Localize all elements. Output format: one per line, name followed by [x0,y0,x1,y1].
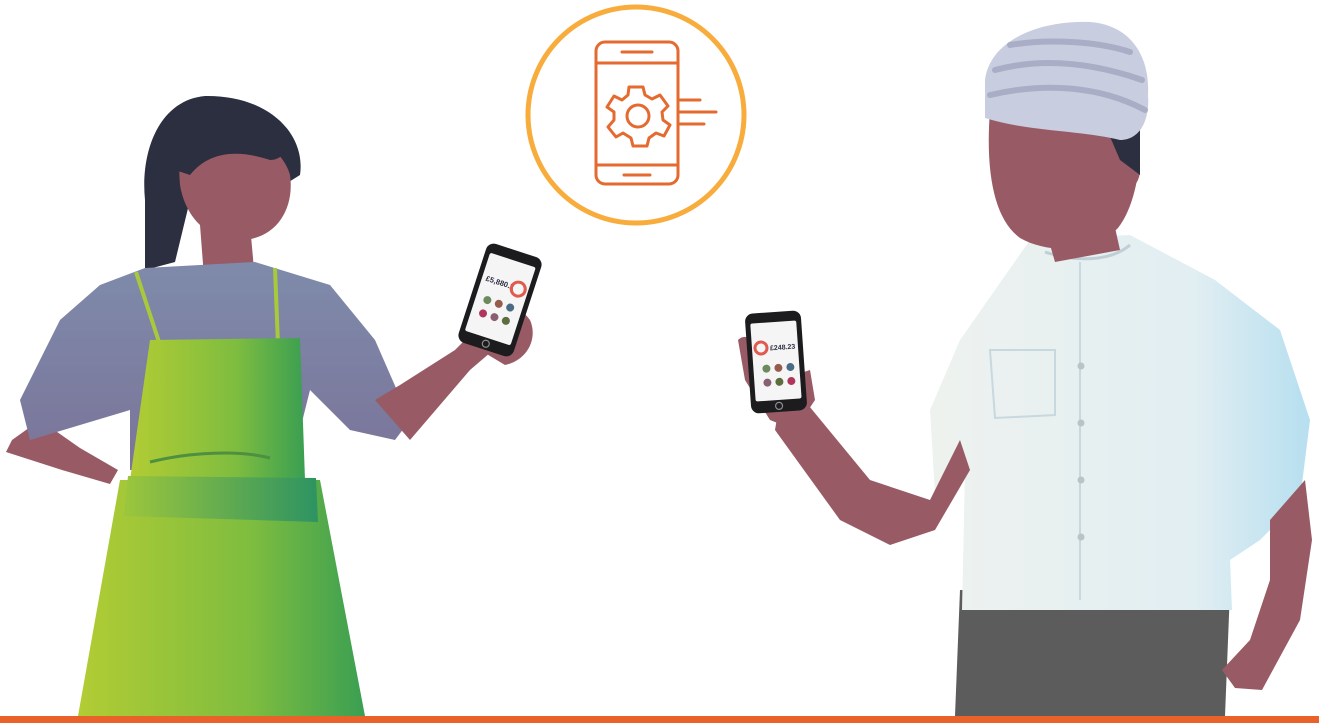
woman-figure [6,95,533,716]
man-shirt [930,235,1310,610]
bottom-rule [0,716,1319,723]
apron-waistband [124,476,318,522]
shirt-button-4 [1077,533,1085,541]
illustration-scene: £5,880.2 £248.23 [6,4,1312,716]
shirt-button-2 [1077,419,1085,427]
shirt-button-3 [1077,476,1085,484]
settings-badge [525,4,747,226]
man-phone: £248.23 [745,310,807,414]
shirt-button-1 [1077,362,1085,370]
badge-ring [525,4,747,226]
apron-bib [130,338,305,480]
man-figure [738,21,1312,716]
